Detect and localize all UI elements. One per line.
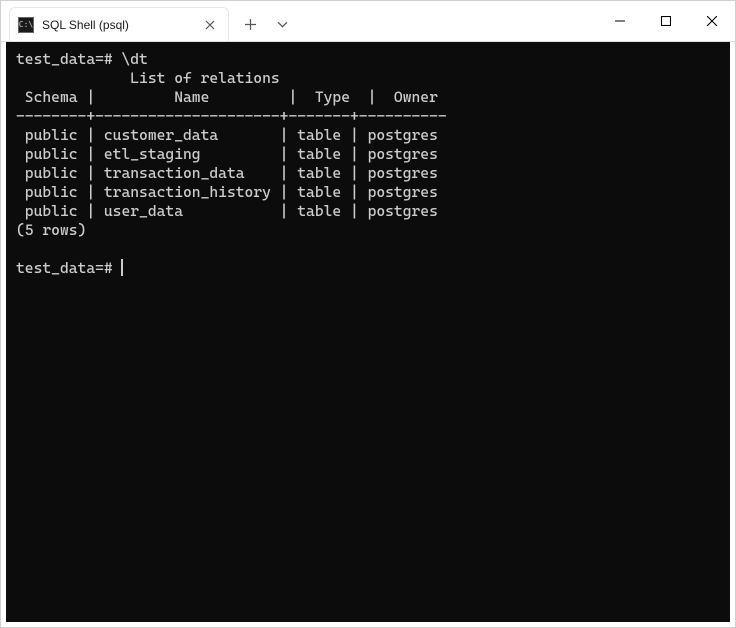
maximize-button[interactable] <box>643 1 689 41</box>
new-tab-button[interactable] <box>235 9 265 39</box>
tab-title: SQL Shell (psql) <box>42 18 194 32</box>
plus-icon <box>245 19 256 30</box>
close-icon <box>707 16 717 26</box>
tab-sql-shell[interactable]: C:\ SQL Shell (psql) <box>9 7 229 41</box>
window-controls <box>597 1 735 41</box>
close-tab-button[interactable] <box>202 17 218 33</box>
maximize-icon <box>661 16 671 26</box>
app-window: C:\ SQL Shell (psql) <box>0 0 736 628</box>
minimize-button[interactable] <box>597 1 643 41</box>
tabs-area: C:\ SQL Shell (psql) <box>1 1 597 41</box>
minimize-icon <box>615 16 625 26</box>
terminal-icon: C:\ <box>18 17 34 33</box>
close-icon <box>205 20 215 30</box>
titlebar: C:\ SQL Shell (psql) <box>1 1 735 42</box>
tab-dropdown-button[interactable] <box>267 9 297 39</box>
terminal-prompt: test_data=# <box>16 259 121 277</box>
terminal-body[interactable]: test_data=# \dt List of relations Schema… <box>6 42 730 622</box>
terminal-cursor <box>121 259 123 276</box>
close-window-button[interactable] <box>689 1 735 41</box>
tab-actions <box>229 7 303 41</box>
chevron-down-icon <box>277 21 288 28</box>
